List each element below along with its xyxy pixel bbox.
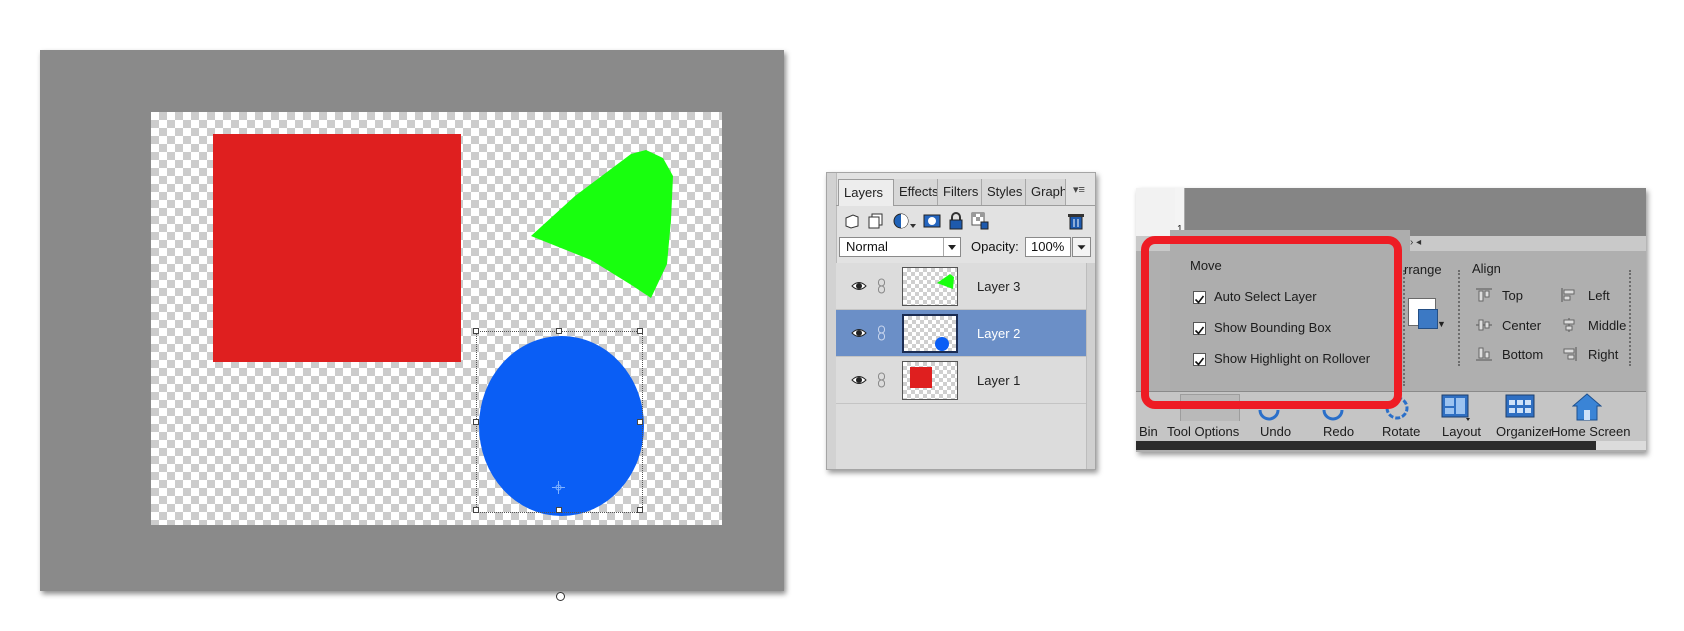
tab-layers[interactable]: Layers [838, 179, 894, 206]
eye-icon[interactable] [851, 327, 867, 339]
transform-handle[interactable] [637, 419, 643, 425]
layer-thumbnail [902, 361, 958, 400]
callout-highlight-frame [1141, 236, 1402, 409]
opacity-field[interactable]: 100% [1025, 237, 1071, 257]
align-right-icon[interactable] [1561, 347, 1577, 361]
layers-panel: Layers Effects Filters Styles Graphics ▾… [826, 172, 1096, 470]
document-area [1185, 188, 1646, 236]
layout-button[interactable]: Layout [1442, 424, 1481, 439]
document-canvas[interactable] [151, 112, 722, 601]
align-middle-icon[interactable] [1561, 318, 1577, 332]
opacity-dropdown-icon[interactable] [1072, 237, 1091, 257]
chevron-down-icon[interactable]: ▼ [1437, 319, 1446, 329]
new-layer-icon[interactable] [843, 212, 861, 230]
eye-icon[interactable] [851, 374, 867, 386]
arrange-label: rrange [1404, 262, 1442, 277]
section-divider [1403, 270, 1405, 386]
align-bottom-label[interactable]: Bottom [1502, 347, 1543, 362]
align-middle-label[interactable]: Middle [1588, 318, 1626, 333]
transform-handle[interactable] [637, 507, 643, 513]
blend-mode-value: Normal [846, 239, 888, 254]
layer-list-scrollbar[interactable] [1086, 263, 1095, 469]
status-strip [1136, 441, 1596, 450]
align-right-label[interactable]: Right [1588, 347, 1618, 362]
layer-list: Layer 3 Layer 2 Layer 1 [836, 263, 1086, 469]
link-icon[interactable] [877, 325, 886, 341]
transform-handle[interactable] [637, 328, 643, 334]
scroll-arrows-icon[interactable]: › ◂ [1410, 236, 1438, 250]
align-center-icon[interactable] [1476, 318, 1492, 332]
lock-transparency-icon[interactable] [971, 212, 989, 230]
layout-icon[interactable] [1441, 394, 1471, 422]
transform-handle[interactable] [473, 507, 479, 513]
layer-row-1[interactable]: Layer 1 [836, 357, 1086, 404]
opacity-label: Opacity: [971, 239, 1019, 254]
transform-handle[interactable] [473, 419, 479, 425]
layers-toolbar [841, 209, 1091, 233]
align-center-label[interactable]: Center [1502, 318, 1541, 333]
tab-filters[interactable]: Filters [938, 179, 982, 205]
align-bottom-icon[interactable] [1476, 347, 1492, 361]
layer-thumbnail [902, 314, 958, 353]
duplicate-layer-icon[interactable] [867, 212, 885, 230]
tab-graphics[interactable]: Graphics [1026, 179, 1066, 205]
align-top-label[interactable]: Top [1502, 288, 1523, 303]
redo-button[interactable]: Redo [1323, 424, 1354, 439]
canvas-area[interactable] [40, 50, 784, 601]
panel-menu-icon[interactable]: ▾≡ [1068, 180, 1090, 200]
reference-point-icon[interactable] [552, 481, 565, 494]
rotate-handle[interactable] [556, 592, 565, 601]
align-section-title: Align [1472, 261, 1501, 276]
bin-button[interactable]: Bin [1139, 424, 1158, 439]
rotate-button[interactable]: Rotate [1382, 424, 1420, 439]
transform-handle[interactable] [473, 328, 479, 334]
link-icon[interactable] [877, 278, 886, 294]
adjustment-layer-icon[interactable] [893, 212, 917, 230]
home-icon[interactable] [1572, 392, 1602, 422]
blend-mode-select[interactable]: Normal [839, 237, 961, 257]
status-strip-end [1596, 441, 1646, 450]
layer-thumbnail [902, 267, 958, 306]
section-divider [1458, 270, 1460, 366]
undo-button[interactable]: Undo [1260, 424, 1291, 439]
panel-tabs: Layers Effects Filters Styles Graphics [836, 179, 1095, 206]
organizer-button[interactable]: Organizer [1496, 424, 1553, 439]
tool-options-button[interactable]: Tool Options [1167, 424, 1239, 439]
layer-name[interactable]: Layer 2 [977, 310, 1020, 357]
layer-row-3[interactable]: Layer 3 [836, 263, 1086, 310]
mask-icon[interactable] [923, 212, 941, 230]
layer-row-2[interactable]: Layer 2 [836, 310, 1086, 357]
transform-handle[interactable] [556, 328, 562, 334]
tab-effects[interactable]: Effects [894, 179, 938, 205]
layer-name[interactable]: Layer 1 [977, 357, 1020, 404]
red-rectangle-shape[interactable] [213, 134, 461, 362]
align-left-label[interactable]: Left [1588, 288, 1610, 303]
trash-icon[interactable] [1067, 212, 1085, 230]
tab-styles[interactable]: Styles [982, 179, 1026, 205]
link-icon[interactable] [877, 372, 886, 388]
arrange-icon-front [1418, 309, 1438, 329]
align-left-icon[interactable] [1561, 288, 1577, 302]
green-polygon-shape[interactable] [531, 148, 691, 318]
section-divider [1629, 270, 1631, 366]
home-screen-button[interactable]: Home Screen [1551, 424, 1630, 439]
organizer-icon[interactable] [1505, 394, 1535, 420]
lock-icon[interactable] [947, 212, 965, 230]
transform-handle[interactable] [556, 507, 562, 513]
layer-name[interactable]: Layer 3 [977, 263, 1020, 310]
align-top-icon[interactable] [1476, 288, 1492, 302]
chevron-down-icon[interactable] [943, 238, 960, 256]
eye-icon[interactable] [851, 280, 867, 292]
